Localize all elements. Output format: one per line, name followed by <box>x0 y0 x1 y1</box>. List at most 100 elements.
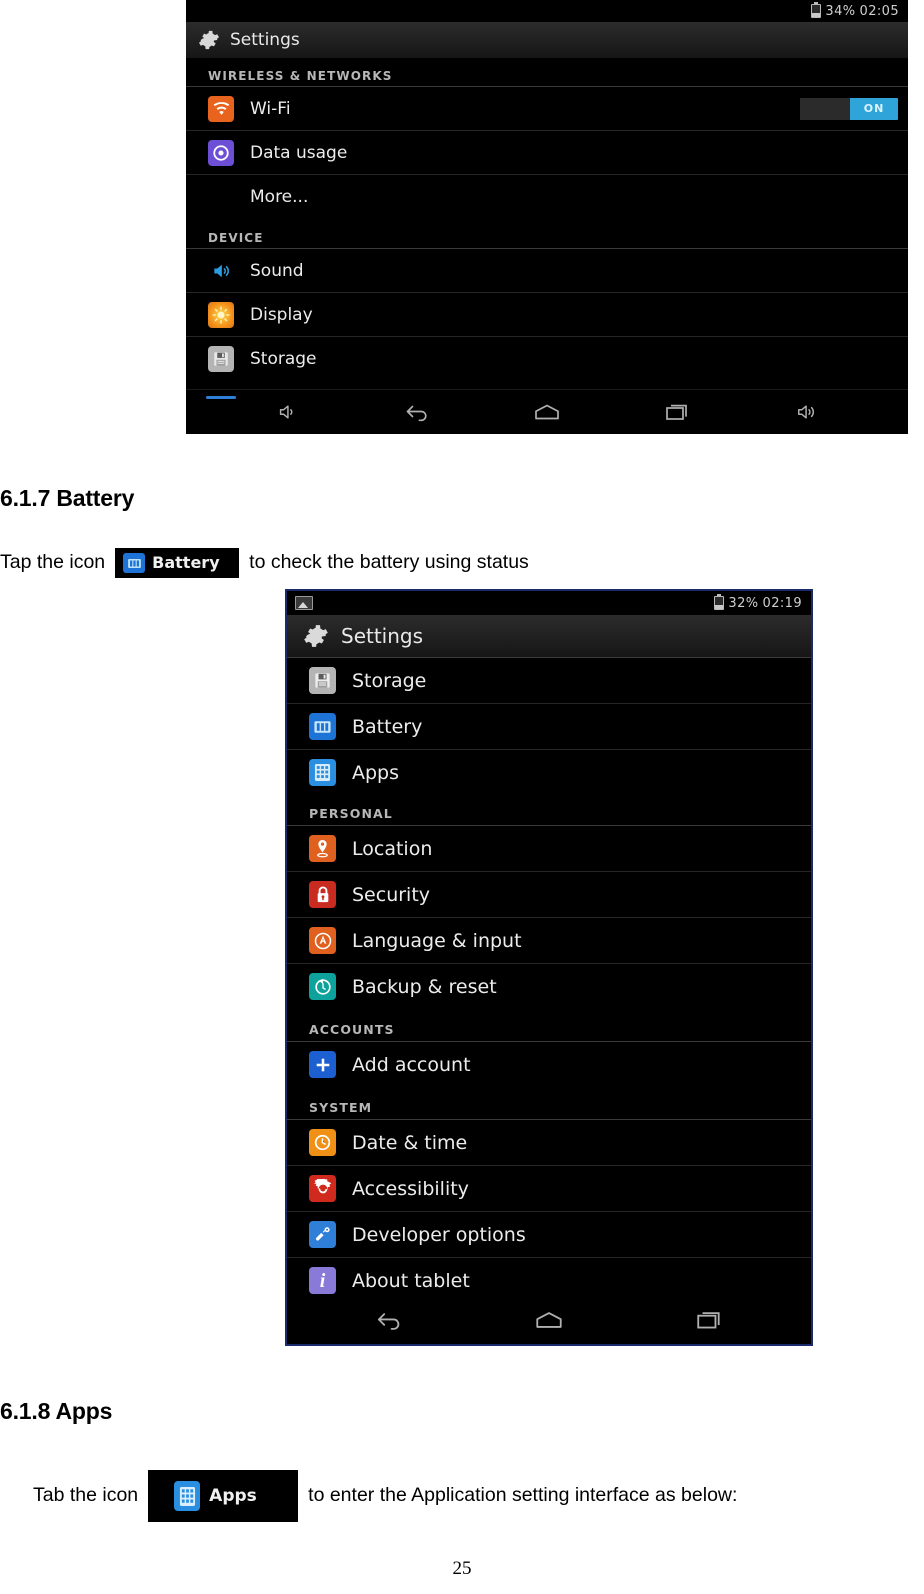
clock-icon <box>309 1129 336 1156</box>
accessibility-gear-icon <box>309 1175 336 1202</box>
section-header-label: DEVICE <box>208 231 264 245</box>
section-header-wireless: WIRELESS & NETWORKS <box>186 58 908 86</box>
language-icon <box>309 927 336 954</box>
settings-row-label: Data usage <box>250 142 348 163</box>
plus-icon <box>309 1051 336 1078</box>
chip-label: Apps <box>209 1485 257 1506</box>
paragraph-6-1-8: Tab the icon Apps to enter the Applicati… <box>33 1470 737 1522</box>
clock-label: 02:19 <box>762 595 802 611</box>
settings-row-developer-options[interactable]: Developer options <box>287 1211 811 1257</box>
action-bar-title: Settings <box>230 30 300 50</box>
settings-row-label: Storage <box>250 348 317 369</box>
settings-row-label: More... <box>250 186 309 207</box>
apps-grid-icon <box>309 759 336 786</box>
chip-label: Battery <box>152 552 220 572</box>
section-header-system: SYSTEM <box>287 1087 811 1119</box>
paragraph-text-after: to check the battery using status <box>249 551 529 574</box>
home-icon[interactable] <box>499 1309 599 1331</box>
recents-icon[interactable] <box>659 1308 759 1332</box>
section-header-label: WIRELESS & NETWORKS <box>208 69 393 83</box>
section-header-personal: PERSONAL <box>287 795 811 825</box>
status-bar-top: 34% 02:05 <box>186 0 908 22</box>
settings-row-location[interactable]: Location <box>287 825 811 871</box>
status-bar-bottom: 32% 02:19 <box>287 591 811 615</box>
settings-row-label: Developer options <box>352 1223 526 1246</box>
nav-indicator <box>206 396 236 399</box>
apps-icon-chip[interactable]: Apps <box>148 1470 299 1522</box>
settings-row-add-account[interactable]: Add account <box>287 1041 811 1087</box>
navigation-bar-top <box>186 389 908 434</box>
volume-up-icon[interactable] <box>757 401 857 423</box>
settings-row-label: Storage <box>352 669 427 692</box>
settings-row-label: Display <box>250 304 313 325</box>
battery-icon <box>714 594 725 610</box>
settings-row-accessibility[interactable]: Accessibility <box>287 1165 811 1211</box>
developer-options-icon <box>309 1221 336 1248</box>
info-icon: i <box>309 1267 336 1294</box>
settings-row-label: Location <box>352 837 433 860</box>
data-usage-icon <box>208 139 234 166</box>
settings-row-battery[interactable]: Battery <box>287 703 811 749</box>
page-number: 25 <box>452 1558 472 1579</box>
battery-percent-label: 32% <box>728 595 759 611</box>
settings-row-sound[interactable]: Sound <box>186 248 908 292</box>
home-icon[interactable] <box>497 402 597 422</box>
settings-row-label: Accessibility <box>352 1177 469 1200</box>
floppy-disk-icon <box>309 667 336 694</box>
toggle-knob-label: ON <box>850 97 898 120</box>
paragraph-6-1-7: Tap the icon Battery to check the batter… <box>0 548 529 578</box>
settings-row-date-time[interactable]: Date & time <box>287 1119 811 1165</box>
settings-row-security[interactable]: Security <box>287 871 811 917</box>
settings-row-wifi[interactable]: Wi-Fi ON <box>186 86 908 130</box>
back-icon[interactable] <box>367 401 467 423</box>
android-settings-screenshot-bottom: 32% 02:19 Settings Storage Battery Apps … <box>285 589 813 1346</box>
location-pin-icon <box>309 835 336 862</box>
settings-row-backup-reset[interactable]: Backup & reset <box>287 963 811 1009</box>
settings-row-label: Wi-Fi <box>250 98 291 119</box>
floppy-disk-icon <box>208 345 234 372</box>
wifi-icon <box>208 95 234 122</box>
settings-row-language-input[interactable]: Language & input <box>287 917 811 963</box>
lock-icon <box>309 881 336 908</box>
volume-down-icon[interactable] <box>237 401 337 423</box>
settings-row-label: Sound <box>250 260 304 281</box>
settings-row-storage[interactable]: Storage <box>186 336 908 380</box>
backup-reset-icon <box>309 973 336 1000</box>
battery-icon <box>309 713 336 740</box>
settings-row-more[interactable]: More... <box>186 174 908 218</box>
battery-percent-label: 34% <box>825 3 856 19</box>
apps-grid-icon <box>174 1481 201 1511</box>
settings-row-label: Security <box>352 883 431 906</box>
action-bar-bottom: Settings <box>287 615 811 657</box>
navigation-bar-bottom <box>287 1296 811 1344</box>
wifi-toggle[interactable]: ON <box>800 97 898 120</box>
heading-6-1-7: 6.1.7 Battery <box>0 485 135 511</box>
android-settings-screenshot-top: 34% 02:05 Settings WIRELESS & NETWORKS W… <box>186 0 908 434</box>
action-bar-top: Settings <box>186 22 908 58</box>
settings-row-label: About tablet <box>352 1269 470 1292</box>
settings-row-data-usage[interactable]: Data usage <box>186 130 908 174</box>
battery-icon <box>123 553 146 573</box>
paragraph-text-before: Tab the icon <box>33 1484 139 1507</box>
settings-row-label: Add account <box>352 1053 471 1076</box>
settings-row-label: Date & time <box>352 1131 468 1154</box>
settings-row-apps[interactable]: Apps <box>287 749 811 795</box>
gear-icon <box>303 623 329 649</box>
battery-icon <box>811 2 822 18</box>
section-header-label: SYSTEM <box>309 1100 373 1115</box>
settings-row-label: Battery <box>352 715 423 738</box>
settings-row-label: Backup & reset <box>352 975 497 998</box>
battery-icon-chip[interactable]: Battery <box>115 548 240 578</box>
settings-row-display[interactable]: Display <box>186 292 908 336</box>
back-icon[interactable] <box>339 1308 439 1332</box>
gear-icon <box>198 29 220 51</box>
recents-icon[interactable] <box>627 401 727 423</box>
settings-row-label: Apps <box>352 761 400 784</box>
section-header-accounts: ACCOUNTS <box>287 1009 811 1041</box>
settings-row-label: Language & input <box>352 929 522 952</box>
settings-row-storage[interactable]: Storage <box>287 657 811 703</box>
section-header-label: PERSONAL <box>309 806 393 821</box>
screenshot-icon <box>295 596 313 610</box>
brightness-icon <box>208 301 234 328</box>
paragraph-text-after: to enter the Application setting interfa… <box>308 1484 738 1507</box>
